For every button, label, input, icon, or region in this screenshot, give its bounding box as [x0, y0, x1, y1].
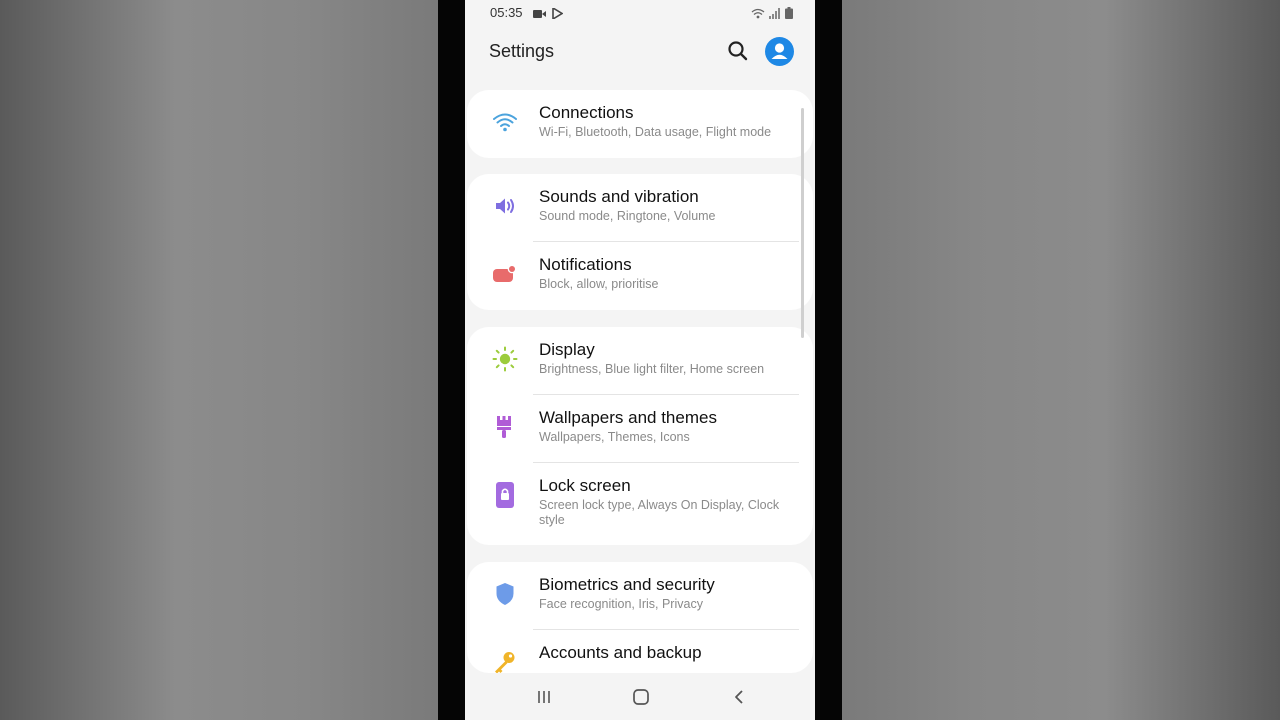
item-subtitle: Wi-Fi, Bluetooth, Data usage, Flight mod… [539, 125, 772, 139]
wifi-icon [751, 6, 765, 24]
wifi-icon [492, 109, 518, 135]
status-time: 05:35 [490, 5, 523, 20]
status-bar: 05:35 [465, 0, 815, 24]
page-title: Settings [489, 41, 555, 61]
settings-item-connections[interactable]: Connections Wi-Fi, Bluetooth, Data usage… [467, 90, 813, 158]
battery-icon [785, 6, 793, 24]
item-title: Notifications [539, 255, 632, 274]
settings-item-sounds[interactable]: Sounds and vibration Sound mode, Rington… [467, 174, 813, 242]
letterbox-left [438, 0, 465, 720]
scrollbar[interactable] [801, 108, 804, 338]
item-title: Sounds and vibration [539, 187, 699, 206]
settings-item-display[interactable]: Display Brightness, Blue light filter, H… [467, 327, 813, 395]
play-store-icon [552, 6, 564, 24]
shield-icon [492, 581, 518, 607]
notification-icon [492, 261, 518, 287]
settings-item-accounts[interactable]: Accounts and backup [467, 630, 813, 673]
background-left [0, 0, 438, 720]
letterbox-right [815, 0, 842, 720]
back-button[interactable] [726, 684, 752, 710]
search-icon [728, 41, 748, 61]
item-title: Biometrics and security [539, 575, 715, 594]
home-icon [633, 689, 649, 705]
item-subtitle: Face recognition, Iris, Privacy [539, 597, 703, 611]
profile-button[interactable] [765, 37, 794, 66]
back-icon [735, 690, 743, 704]
navigation-bar [465, 673, 815, 720]
volume-icon [492, 193, 518, 219]
item-title: Display [539, 340, 595, 359]
item-title: Connections [539, 103, 634, 122]
settings-item-lock-screen[interactable]: Lock screen Screen lock type, Always On … [467, 463, 813, 545]
video-icon [533, 6, 546, 24]
settings-item-notifications[interactable]: Notifications Block, allow, prioritise [467, 242, 813, 310]
item-title: Lock screen [539, 476, 631, 495]
paintbrush-icon [492, 414, 518, 440]
recents-button[interactable] [531, 684, 557, 710]
item-subtitle: Brightness, Blue light filter, Home scre… [539, 362, 765, 376]
settings-group-connectivity: Connections Wi-Fi, Bluetooth, Data usage… [467, 90, 813, 158]
item-subtitle: Sound mode, Ringtone, Volume [539, 209, 716, 223]
item-subtitle: Block, allow, prioritise [539, 277, 659, 291]
recents-icon [538, 691, 550, 703]
account-icon [771, 43, 788, 59]
settings-group-display: Display Brightness, Blue light filter, H… [467, 327, 813, 545]
key-icon [492, 649, 518, 673]
brightness-icon [492, 346, 518, 372]
app-bar: Settings [465, 28, 815, 76]
lock-icon [492, 482, 518, 508]
settings-item-wallpapers[interactable]: Wallpapers and themes Wallpapers, Themes… [467, 395, 813, 463]
search-button[interactable] [725, 38, 751, 64]
home-button[interactable] [628, 684, 654, 710]
signal-icon [769, 6, 781, 24]
settings-group-security: Biometrics and security Face recognition… [467, 562, 813, 673]
item-subtitle: Wallpapers, Themes, Icons [539, 430, 690, 444]
settings-item-biometrics[interactable]: Biometrics and security Face recognition… [467, 562, 813, 630]
item-title: Wallpapers and themes [539, 408, 717, 427]
phone-screen: 05:35 Settings Connections Wi-Fi, Blueto… [465, 0, 815, 720]
settings-group-sound: Sounds and vibration Sound mode, Rington… [467, 174, 813, 310]
item-title: Accounts and backup [539, 643, 702, 662]
item-subtitle: Screen lock type, Always On Display, Clo… [539, 498, 780, 527]
background-right [842, 0, 1280, 720]
